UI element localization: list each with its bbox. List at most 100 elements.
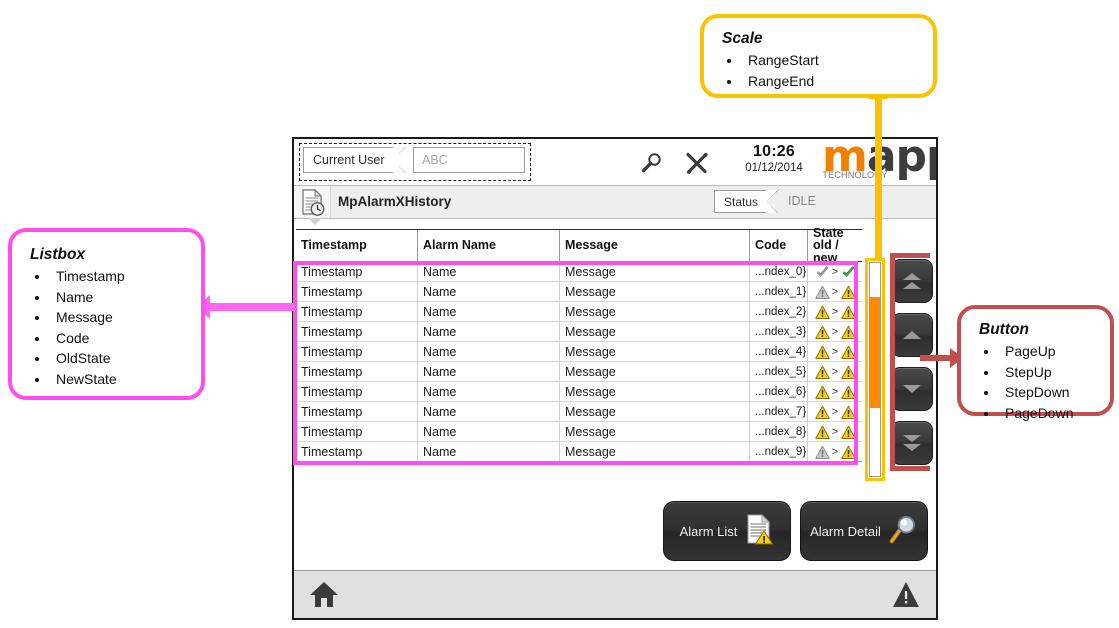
- cell-timestamp: Timestamp: [296, 282, 418, 301]
- cell-alarm-name: Name: [418, 422, 560, 441]
- column-header-code: Code: [750, 230, 808, 261]
- cell-state: >: [808, 402, 862, 421]
- new-state-check-green-icon: [841, 265, 855, 279]
- table-row[interactable]: Timestamp Name Message ...ndex_7} >: [296, 402, 862, 422]
- callout-item: PageUp: [999, 341, 1110, 362]
- new-state-warning-yellow-icon: [841, 305, 856, 319]
- cell-code: ...ndex_3}: [750, 322, 808, 341]
- cell-message: Message: [560, 282, 750, 301]
- clock-block: 10:26 01/12/2014: [722, 143, 826, 174]
- table-row[interactable]: Timestamp Name Message ...ndex_1} >: [296, 282, 862, 302]
- cell-state: >: [808, 382, 862, 401]
- warning-triangle-icon[interactable]: [892, 581, 920, 608]
- home-icon[interactable]: [309, 580, 339, 609]
- callout-item: Code: [50, 328, 201, 349]
- table-row[interactable]: Timestamp Name Message ...ndex_5} >: [296, 362, 862, 382]
- column-header-state-line2: old / new: [813, 238, 839, 265]
- alarm-list-button[interactable]: Alarm List: [663, 501, 791, 561]
- new-state-warning-yellow-icon: [841, 345, 856, 359]
- page-icon-tab: [308, 218, 322, 225]
- state-separator: >: [831, 385, 839, 398]
- column-header-state: State old / new: [808, 227, 862, 265]
- cell-state: >: [808, 302, 862, 321]
- scale-slider[interactable]: [869, 262, 881, 477]
- old-state-warning-yellow-icon: [815, 325, 830, 339]
- cell-timestamp: Timestamp: [296, 402, 418, 421]
- state-separator: >: [831, 305, 839, 318]
- old-state-warning-yellow-icon: [815, 385, 830, 399]
- cell-code: ...ndex_6}: [750, 382, 808, 401]
- table-row[interactable]: Timestamp Name Message ...ndex_6} >: [296, 382, 862, 402]
- cell-code: ...ndex_9}: [750, 442, 808, 461]
- callout-listbox-title: Listbox: [30, 246, 86, 263]
- cell-timestamp: Timestamp: [296, 442, 418, 461]
- new-state-warning-yellow-icon: [841, 425, 856, 439]
- current-user-value-text: ABC: [422, 153, 448, 167]
- button-highlight-bracket: [890, 253, 930, 471]
- table-row[interactable]: Timestamp Name Message ...ndex_0} >: [296, 262, 862, 282]
- old-state-warning-gray-icon: [815, 445, 830, 459]
- table-row[interactable]: Timestamp Name Message ...ndex_3} >: [296, 322, 862, 342]
- document-warning-icon: [744, 513, 774, 550]
- cell-code: ...ndex_5}: [750, 362, 808, 381]
- alarm-history-listbox[interactable]: Timestamp Alarm Name Message Code State …: [296, 227, 862, 462]
- cell-message: Message: [560, 322, 750, 341]
- table-row[interactable]: Timestamp Name Message ...ndex_2} >: [296, 302, 862, 322]
- state-separator: >: [831, 445, 839, 458]
- callout-listbox: Listbox TimestampNameMessageCodeOldState…: [8, 228, 205, 400]
- state-separator: >: [831, 265, 839, 278]
- new-state-warning-yellow-icon: [841, 325, 856, 339]
- document-clock-icon: [294, 186, 331, 218]
- column-header-alarm-name: Alarm Name: [418, 230, 560, 261]
- magnifier-icon: [888, 514, 918, 549]
- callout-item: StepUp: [999, 362, 1110, 383]
- new-state-warning-yellow-icon: [841, 405, 856, 419]
- cell-state: >: [808, 262, 862, 281]
- callout-item: Name: [50, 287, 201, 308]
- column-header-message: Message: [560, 230, 750, 261]
- cell-alarm-name: Name: [418, 402, 560, 421]
- callout-item: RangeStart: [742, 50, 933, 71]
- cell-timestamp: Timestamp: [296, 302, 418, 321]
- cell-message: Message: [560, 442, 750, 461]
- cell-code: ...ndex_0}: [750, 262, 808, 281]
- alarm-list-button-label: Alarm List: [679, 523, 738, 539]
- cell-alarm-name: Name: [418, 342, 560, 361]
- cell-alarm-name: Name: [418, 442, 560, 461]
- cell-code: ...ndex_4}: [750, 342, 808, 361]
- callout-item: RangeEnd: [742, 71, 933, 92]
- cell-alarm-name: Name: [418, 282, 560, 301]
- current-user-label-text: Current User: [313, 153, 385, 167]
- hmi-title-bar: MpAlarmXHistory Status IDLE: [294, 186, 936, 225]
- callout-listbox-items: TimestampNameMessageCodeOldStateNewState: [30, 266, 201, 389]
- callout-button-items: PageUpStepUpStepDownPageDown: [979, 341, 1110, 423]
- table-row[interactable]: Timestamp Name Message ...ndex_9} >: [296, 442, 862, 462]
- cell-message: Message: [560, 302, 750, 321]
- callout-button: Button PageUpStepUpStepDownPageDown: [957, 305, 1114, 421]
- hmi-top-bar: Current User ABC 10:26 01/12/2014 m p TE…: [294, 139, 936, 186]
- cell-state: >: [808, 362, 862, 381]
- scale-fill: [870, 297, 880, 408]
- cell-code: ...ndex_1}: [750, 282, 808, 301]
- cell-state: >: [808, 342, 862, 361]
- current-user-input[interactable]: ABC: [413, 147, 525, 173]
- callout-button-title: Button: [979, 321, 1029, 338]
- old-state-warning-yellow-icon: [815, 425, 830, 439]
- column-header-timestamp: Timestamp: [296, 230, 418, 261]
- listbox-connector-line: [205, 303, 295, 311]
- cell-state: >: [808, 442, 862, 461]
- cell-state: >: [808, 422, 862, 441]
- table-row[interactable]: Timestamp Name Message ...ndex_4} >: [296, 342, 862, 362]
- search-icon[interactable]: [640, 151, 664, 175]
- new-state-warning-yellow-icon: [841, 385, 856, 399]
- table-row[interactable]: Timestamp Name Message ...ndex_8} >: [296, 422, 862, 442]
- alarm-detail-button[interactable]: Alarm Detail: [800, 501, 928, 561]
- cell-alarm-name: Name: [418, 262, 560, 281]
- cell-message: Message: [560, 262, 750, 281]
- cell-timestamp: Timestamp: [296, 342, 418, 361]
- cell-code: ...ndex_8}: [750, 422, 808, 441]
- cell-code: ...ndex_7}: [750, 402, 808, 421]
- tools-icon[interactable]: [684, 151, 710, 175]
- callout-scale-title: Scale: [722, 30, 763, 47]
- cell-alarm-name: Name: [418, 322, 560, 341]
